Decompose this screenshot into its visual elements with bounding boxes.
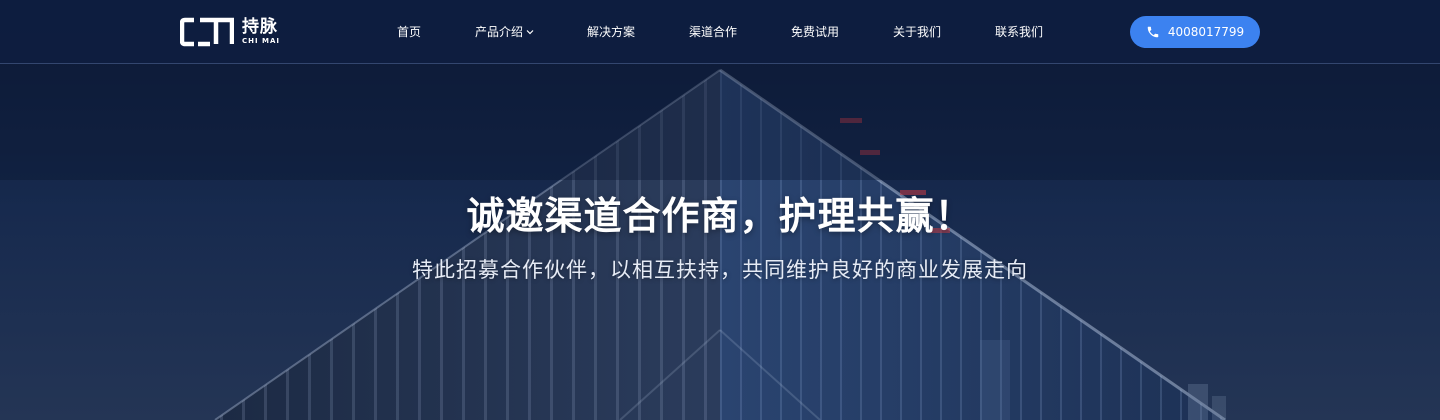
nav-item-label: 关于我们 — [893, 25, 942, 39]
nav-item-contact-us[interactable]: 联系我们 — [995, 23, 1043, 40]
nav-item-label: 渠道合作 — [689, 25, 738, 39]
nav-item-label: 解决方案 — [587, 25, 636, 39]
phone-icon — [1147, 26, 1159, 38]
nav-item-label: 产品介绍 — [475, 25, 524, 39]
phone-call-button[interactable]: 4008017799 — [1130, 16, 1260, 48]
page: 持脉 CHI MAI 首页 产品介绍 解决方案 渠道合作 免费试用 关于我们 联… — [0, 0, 1440, 420]
nav-item-about-us[interactable]: 关于我们 — [893, 23, 941, 40]
brand-wordmark: 持脉 CHI MAI — [242, 18, 280, 46]
phone-number: 4008017799 — [1167, 25, 1245, 39]
nav-item-label: 首页 — [397, 25, 422, 39]
brand-name-en: CHI MAI — [242, 37, 281, 45]
nav-item-label: 联系我们 — [995, 25, 1044, 39]
brand-name-cn: 持脉 — [242, 17, 278, 37]
nav-item-solutions[interactable]: 解决方案 — [587, 23, 635, 40]
brand-logo[interactable]: 持脉 CHI MAI — [180, 17, 280, 47]
nav-item-channel-partnership[interactable]: 渠道合作 — [689, 23, 737, 40]
nav-item-products[interactable]: 产品介绍 — [475, 23, 534, 40]
top-navbar: 持脉 CHI MAI 首页 产品介绍 解决方案 渠道合作 免费试用 关于我们 联… — [0, 0, 1440, 64]
nav-item-label: 免费试用 — [791, 25, 840, 39]
hero-subtitle: 特此招募合作伙伴，以相互扶持，共同维护良好的商业发展走向 — [412, 258, 1028, 282]
chevron-down-icon — [526, 29, 534, 34]
logo-mark-icon — [180, 17, 234, 47]
hero-title: 诚邀渠道合作商，护理共赢！ — [466, 194, 974, 238]
nav-item-free-trial[interactable]: 免费试用 — [791, 23, 839, 40]
nav-item-home[interactable]: 首页 — [397, 23, 421, 40]
